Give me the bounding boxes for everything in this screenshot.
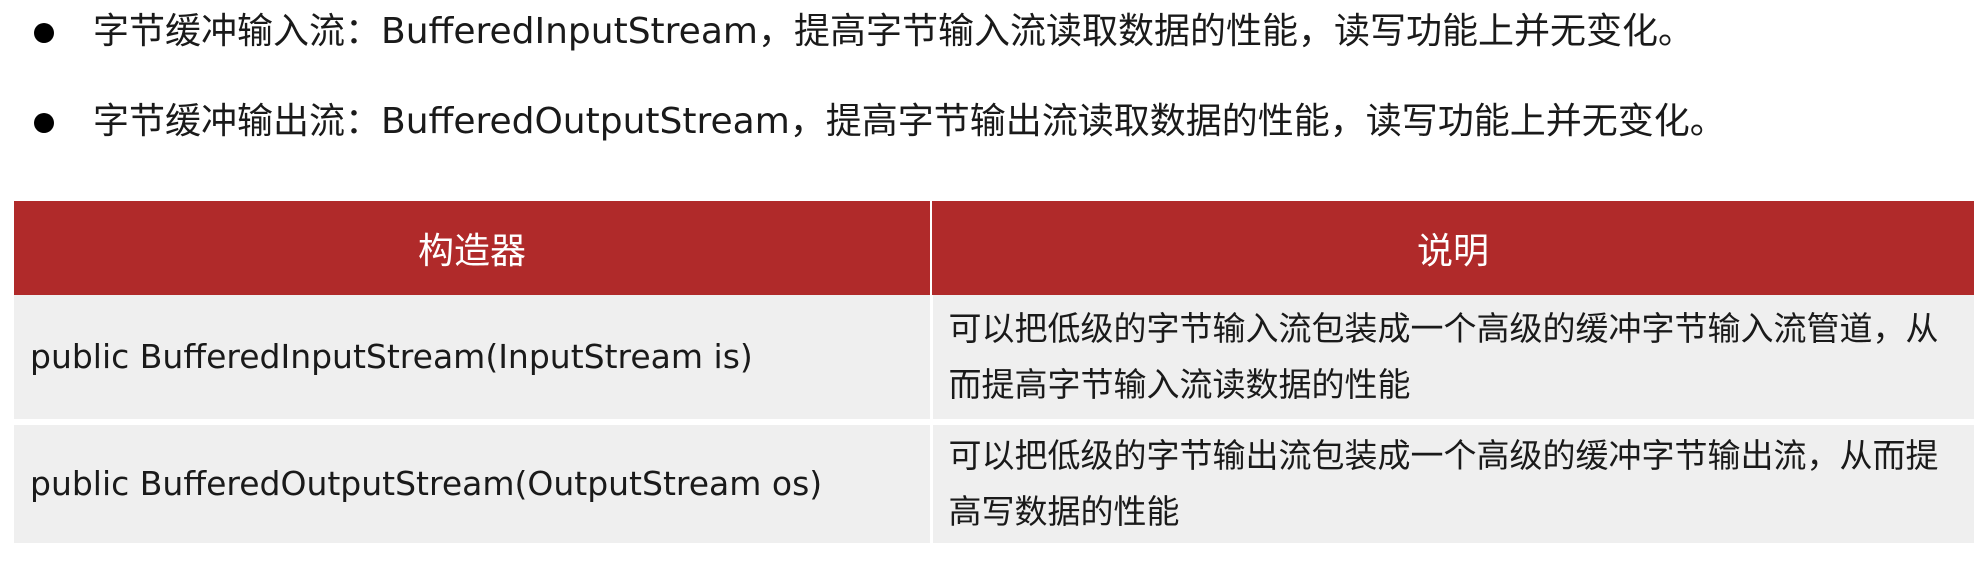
constructor-description: 可以把低级的字节输出流包装成一个高级的缓冲字节输出流，从而提高写数据的性能 (931, 422, 1974, 549)
bullet-dot-icon (34, 23, 54, 43)
constructor-table: 构造器 说明 public BufferedInputStream(InputS… (14, 201, 1974, 549)
table-row: public BufferedOutputStream(OutputStream… (14, 422, 1974, 549)
header-description: 说明 (931, 201, 1974, 295)
bullet-item: 字节缓冲输入流：BufferedInputStream，提高字节输入流读取数据的… (0, 2, 1984, 62)
table-row: public BufferedInputStream(InputStream i… (14, 295, 1974, 425)
constructor-signature: public BufferedInputStream(InputStream i… (14, 295, 933, 425)
bullet-dot-icon (34, 113, 54, 133)
constructor-description: 可以把低级的字节输入流包装成一个高级的缓冲字节输入流管道，从而提高字节输入流读数… (931, 295, 1974, 425)
bullet-text-buffered-input: 字节缓冲输入流：BufferedInputStream，提高字节输入流读取数据的… (93, 11, 1694, 52)
bullet-text-buffered-output: 字节缓冲输出流：BufferedOutputStream，提高字节输出流读取数据… (93, 101, 1726, 142)
bullet-item: 字节缓冲输出流：BufferedOutputStream，提高字节输出流读取数据… (0, 92, 1984, 152)
constructor-signature: public BufferedOutputStream(OutputStream… (14, 422, 933, 549)
table-header-row: 构造器 说明 (14, 201, 1974, 295)
header-constructor: 构造器 (14, 201, 932, 295)
